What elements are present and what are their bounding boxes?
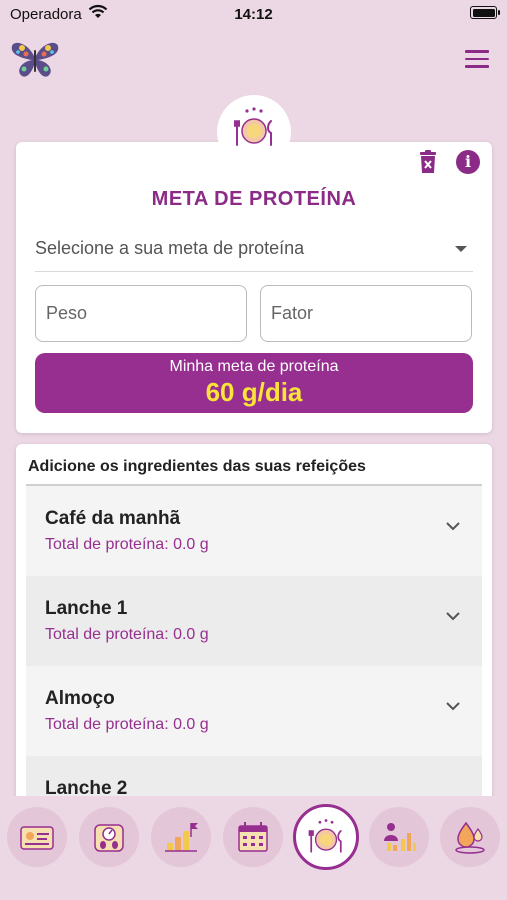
battery-icon xyxy=(470,6,500,19)
calendar-icon xyxy=(238,822,268,852)
meal-protein-total: Total de proteína: 0.0 g xyxy=(45,626,209,643)
nav-scale[interactable] xyxy=(79,807,139,867)
nav-hydration[interactable] xyxy=(440,807,500,867)
meal-item-snack-1[interactable]: Lanche 1 Total de proteína: 0.0 g xyxy=(26,576,482,666)
bottom-nav xyxy=(0,796,507,900)
nav-calendar[interactable] xyxy=(223,807,283,867)
protein-goal-card: i META DE PROTEÍNA Selecione a sua meta … xyxy=(16,142,492,433)
protein-goal-select[interactable]: Selecione a sua meta de proteína xyxy=(35,238,473,272)
protein-goal-title: META DE PROTEÍNA xyxy=(151,188,357,210)
clock-time: 14:12 xyxy=(234,6,273,23)
nav-people-stats[interactable] xyxy=(369,807,429,867)
meal-name: Café da manhã xyxy=(45,508,181,529)
status-bar: Operadora 14:12 xyxy=(0,0,507,30)
nav-nutrition[interactable] xyxy=(293,804,359,870)
protein-goal-select-placeholder: Selecione a sua meta de proteína xyxy=(35,238,305,258)
meals-card: Adicione os ingredientes das suas refeiç… xyxy=(16,444,492,804)
meal-protein-total: Total de proteína: 0.0 g xyxy=(45,716,209,733)
protein-goal-banner: Minha meta de proteína 60 g/dia xyxy=(35,353,473,413)
people-chart-icon xyxy=(384,823,416,851)
chevron-down-icon xyxy=(446,612,460,621)
meal-item-lunch[interactable]: Almoço Total de proteína: 0.0 g xyxy=(26,666,482,756)
id-card-icon xyxy=(20,826,54,850)
meal-protein-total: Total de proteína: 0.0 g xyxy=(45,536,209,553)
nav-id-card[interactable] xyxy=(7,807,67,867)
info-icon[interactable]: i xyxy=(456,150,480,174)
meals-header: Adicione os ingredientes das suas refeiç… xyxy=(28,458,366,475)
section-icon-badge xyxy=(217,95,291,169)
chevron-down-icon xyxy=(446,522,460,531)
dropdown-caret-icon xyxy=(455,246,467,252)
factor-input[interactable] xyxy=(260,285,472,342)
weight-input[interactable] xyxy=(35,285,247,342)
plate-utensils-icon xyxy=(234,107,272,146)
meal-name: Lanche 1 xyxy=(45,598,128,619)
meal-name: Almoço xyxy=(45,688,115,709)
protein-goal-value: 60 g/dia xyxy=(205,377,303,407)
progress-chart-flag-icon xyxy=(165,823,198,852)
trash-icon[interactable] xyxy=(418,150,438,174)
scale-icon xyxy=(94,824,124,852)
water-drop-icon xyxy=(455,821,485,854)
butterfly-logo[interactable] xyxy=(10,38,60,80)
plate-utensils-icon xyxy=(308,819,342,853)
meal-item-breakfast[interactable]: Café da manhã Total de proteína: 0.0 g xyxy=(26,486,482,576)
hamburger-menu-icon[interactable] xyxy=(465,50,489,68)
protein-goal-label: Minha meta de proteína xyxy=(169,358,339,375)
chevron-down-icon xyxy=(446,702,460,711)
nav-progress[interactable] xyxy=(151,807,211,867)
